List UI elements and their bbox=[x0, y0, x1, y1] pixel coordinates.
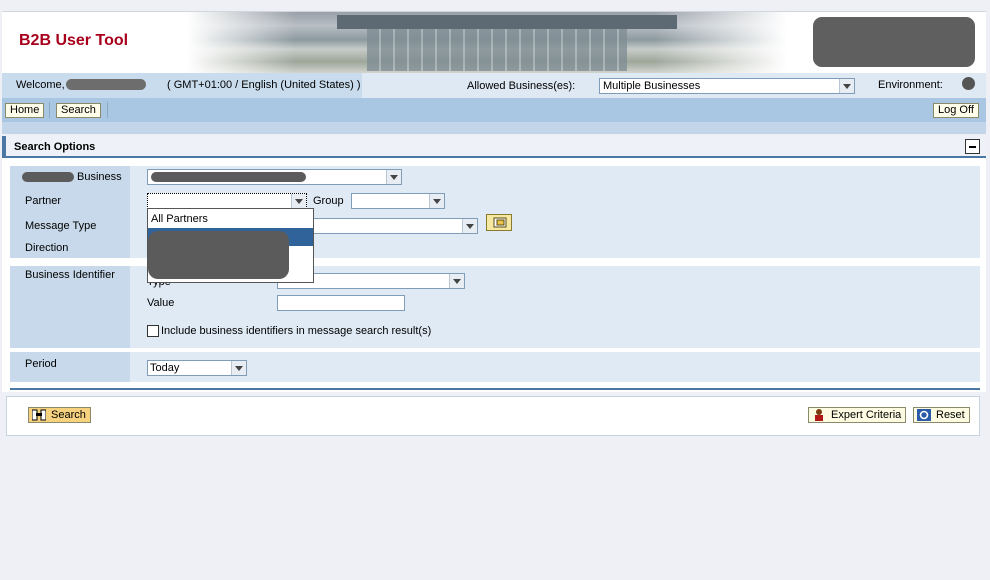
business-select[interactable] bbox=[147, 169, 402, 185]
chevron-down-icon[interactable] bbox=[839, 79, 854, 93]
company-logo bbox=[813, 17, 975, 67]
app-title: B2B User Tool bbox=[19, 32, 129, 49]
business-value-redacted bbox=[151, 172, 306, 182]
period-label: Period bbox=[25, 358, 57, 370]
direction-label: Direction bbox=[25, 242, 69, 254]
chevron-down-icon[interactable] bbox=[291, 194, 306, 208]
expert-criteria-icon bbox=[815, 409, 823, 421]
panel-header: Search Options bbox=[2, 136, 986, 158]
chevron-down-icon[interactable] bbox=[386, 170, 401, 184]
partner-dropdown-list: All Partners Popular Chiller (XXXXXXX) bbox=[147, 208, 314, 283]
panel-bottom-rule bbox=[10, 388, 980, 390]
reset-button[interactable]: Reset bbox=[913, 407, 970, 423]
reset-icon bbox=[917, 409, 931, 421]
search-icon bbox=[32, 409, 46, 421]
expert-criteria-label: Expert Criteria bbox=[831, 409, 902, 421]
group-select[interactable] bbox=[351, 193, 445, 209]
group-label: Group bbox=[313, 195, 344, 207]
username-redacted bbox=[66, 79, 146, 90]
partner-select[interactable] bbox=[147, 193, 307, 209]
chevron-down-icon[interactable] bbox=[462, 219, 477, 233]
search-button[interactable]: Search bbox=[28, 407, 91, 423]
value-label: Value bbox=[147, 297, 175, 309]
allowed-business-value: Multiple Businesses bbox=[603, 80, 701, 92]
toolbar-separator bbox=[107, 102, 108, 118]
partner-label: Partner bbox=[25, 195, 62, 207]
toolbar-strip bbox=[2, 122, 986, 134]
welcome-label: Welcome, bbox=[16, 79, 65, 91]
main-toolbar: Home Search Log Off bbox=[2, 98, 986, 122]
period-value: Today bbox=[150, 362, 180, 374]
environment-indicator bbox=[962, 77, 975, 90]
action-bar: Search Expert Criteria Reset bbox=[6, 396, 980, 436]
allowed-business-select[interactable]: Multiple Businesses bbox=[599, 78, 855, 94]
expert-criteria-button[interactable]: Expert Criteria bbox=[808, 407, 907, 423]
partner-option[interactable]: All Partners bbox=[148, 210, 313, 228]
user-info-bar: Welcome, ( GMT+01:00 / English (United S… bbox=[2, 73, 986, 98]
app-banner: B2B User Tool bbox=[2, 11, 986, 73]
collapse-icon[interactable] bbox=[965, 139, 980, 154]
panel-title: Search Options bbox=[14, 141, 96, 153]
chevron-down-icon[interactable] bbox=[449, 274, 464, 288]
partner-lookup-icon[interactable] bbox=[486, 214, 512, 231]
logoff-button[interactable]: Log Off bbox=[933, 103, 979, 118]
user-block: Welcome, ( GMT+01:00 / English (United S… bbox=[2, 73, 362, 98]
search-button-label: Search bbox=[51, 409, 86, 421]
partner-options-redacted bbox=[148, 231, 289, 279]
home-button[interactable]: Home bbox=[5, 103, 45, 118]
business-label-redacted bbox=[22, 172, 74, 182]
reset-button-label: Reset bbox=[936, 409, 965, 421]
period-select[interactable]: Today bbox=[147, 360, 247, 376]
chevron-down-icon[interactable] bbox=[231, 361, 246, 375]
toolbar-separator bbox=[49, 102, 50, 118]
banner-image bbox=[187, 12, 787, 73]
chevron-down-icon[interactable] bbox=[429, 194, 444, 208]
search-nav-button[interactable]: Search bbox=[56, 103, 101, 118]
timezone-locale: ( GMT+01:00 / English (United States) ) bbox=[167, 79, 361, 91]
allowed-business-label: Allowed Business(es): bbox=[467, 80, 576, 92]
include-identifiers-checkbox[interactable] bbox=[147, 325, 159, 337]
include-identifiers-label: Include business identifiers in message … bbox=[161, 325, 432, 337]
business-label: Business bbox=[77, 171, 122, 183]
message-type-select[interactable] bbox=[312, 218, 478, 234]
value-input[interactable] bbox=[277, 295, 405, 311]
message-type-label: Message Type bbox=[25, 220, 97, 232]
business-identifier-label: Business Identifier bbox=[25, 269, 115, 281]
environment-label: Environment: bbox=[878, 79, 943, 91]
